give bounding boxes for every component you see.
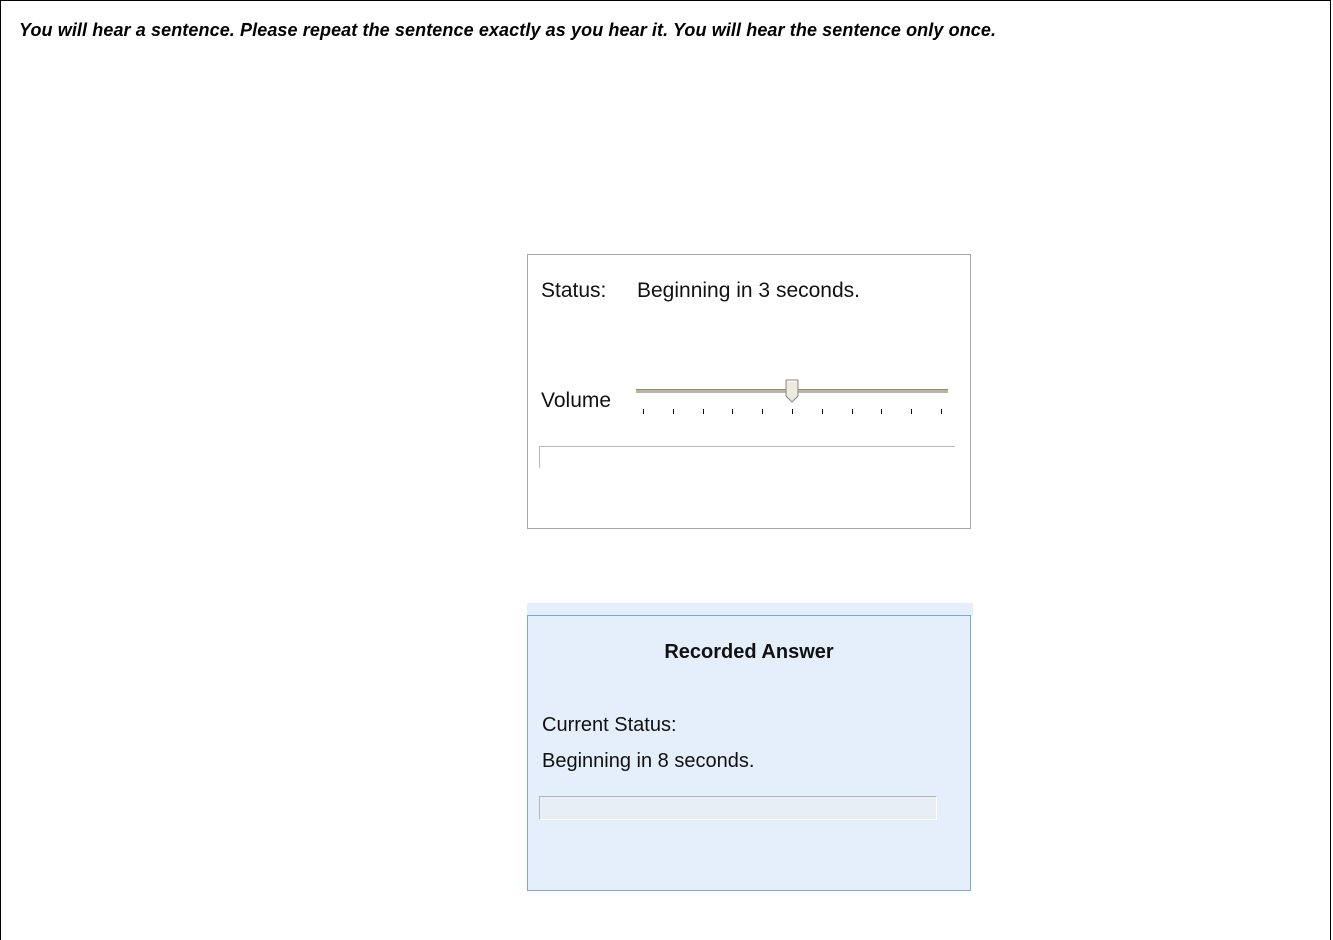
recorder-title: Recorded Answer xyxy=(664,641,834,663)
volume-tick xyxy=(672,409,674,414)
current-status-text: Beginning in 8 seconds. xyxy=(542,750,755,772)
recorder-panel: Recorded Answer Current Status: Beginnin… xyxy=(527,615,971,891)
volume-tick xyxy=(881,409,883,414)
volume-slider-thumb[interactable] xyxy=(785,379,799,403)
volume-tick xyxy=(792,409,793,414)
volume-tick xyxy=(941,409,942,414)
status-text: Beginning in 3 seconds. xyxy=(637,279,860,302)
volume-tick xyxy=(821,409,823,414)
volume-slider[interactable] xyxy=(636,379,948,415)
volume-tick xyxy=(851,409,853,414)
recording-progress-bar xyxy=(539,796,937,820)
volume-tick xyxy=(911,409,913,414)
volume-tick xyxy=(732,409,734,414)
current-status-label: Current Status: xyxy=(542,714,677,736)
volume-tick xyxy=(762,409,764,414)
playback-progress-bar xyxy=(539,446,955,468)
audio-player-panel: Status: Beginning in 3 seconds. Volume xyxy=(527,254,971,529)
volume-label: Volume xyxy=(541,389,612,412)
instructions-text: You will hear a sentence. Please repeat … xyxy=(19,20,997,40)
volume-tick xyxy=(702,409,704,414)
volume-tick xyxy=(643,409,644,414)
status-label: Status: xyxy=(541,279,607,302)
